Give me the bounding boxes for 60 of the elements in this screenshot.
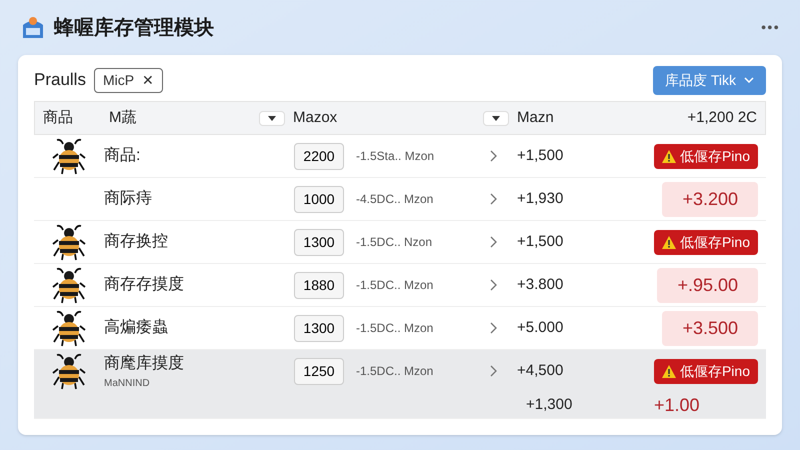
sort-button[interactable] bbox=[483, 110, 509, 126]
stock-value: +4,500 bbox=[517, 360, 564, 381]
filter-chip[interactable]: MicP ✕ bbox=[94, 68, 164, 92]
quantity-field[interactable]: 1300 bbox=[294, 314, 344, 342]
description-text: -1.5DC.. Mzon bbox=[356, 320, 434, 337]
column-header: Mazox bbox=[293, 108, 338, 128]
chevron-right-icon[interactable] bbox=[490, 193, 497, 205]
description-text: -1.5DC.. Mzon bbox=[356, 277, 434, 294]
column-header: M蔬 bbox=[109, 108, 136, 128]
warning-icon bbox=[662, 364, 676, 378]
chip-close[interactable]: ✕ bbox=[142, 70, 154, 90]
column-header: +1,200 2C bbox=[687, 108, 757, 128]
chevron-right-icon[interactable] bbox=[490, 365, 497, 377]
chevron-right-icon[interactable] bbox=[490, 150, 497, 162]
more-menu-button[interactable]: ••• bbox=[761, 17, 780, 38]
description-text: -1.5DC.. Mzon bbox=[356, 363, 434, 380]
quantity-field[interactable]: 1250 bbox=[294, 358, 344, 384]
chevron-right-icon[interactable] bbox=[490, 279, 497, 291]
amount-text: +1.00 bbox=[654, 394, 700, 416]
product-name: 高煸痿蟲 bbox=[104, 318, 169, 338]
inventory-box-icon bbox=[20, 14, 46, 40]
amount-pill: +.95.00 bbox=[657, 268, 758, 302]
stock-value: +1,500 bbox=[517, 146, 564, 166]
caret-icon bbox=[268, 116, 276, 120]
stock-value: +3.800 bbox=[517, 274, 564, 295]
badge-label: 低偃存Pino bbox=[680, 146, 750, 166]
column-header: 商品 bbox=[43, 108, 73, 128]
caret-icon bbox=[492, 116, 500, 120]
warning-icon bbox=[662, 236, 676, 248]
chevron-down-icon bbox=[744, 77, 754, 83]
amount-pill: +3.200 bbox=[662, 182, 758, 216]
chevron-right-icon[interactable] bbox=[490, 236, 497, 248]
product-code: MaNNIND bbox=[104, 376, 151, 390]
panel-label: Praulls bbox=[34, 69, 86, 92]
column-header: Mazn bbox=[517, 108, 554, 128]
description-text: -1.5Sta.. Mzon bbox=[356, 148, 436, 165]
chevron-right-icon[interactable] bbox=[490, 322, 497, 334]
product-name: 商麾库摸度 bbox=[104, 354, 185, 374]
page-title: 蜂喔库存管理模块 bbox=[54, 16, 214, 40]
stock-value: +1,500 bbox=[517, 232, 564, 252]
quantity-field[interactable]: 1880 bbox=[294, 272, 344, 298]
product-name: 商品: bbox=[104, 146, 142, 166]
product-name: 商际痔 bbox=[104, 188, 153, 209]
stock-value: +1,930 bbox=[517, 188, 564, 209]
badge-label: 低偃存Pino bbox=[680, 232, 750, 252]
badge-label: 低偃存Pino bbox=[680, 362, 750, 380]
stock-value: +5.000 bbox=[517, 318, 564, 338]
quantity-field[interactable]: 1000 bbox=[294, 186, 344, 212]
chip-label: MicP bbox=[102, 70, 134, 90]
sort-button[interactable] bbox=[259, 110, 285, 126]
product-name: 商存存摸度 bbox=[104, 274, 185, 295]
table-row[interactable]: 商麾库摸度 MaNNIND 1250 -1.5DC.. Mzon +4,500 低偃存Pino +1,300 +1.00 bbox=[34, 350, 766, 419]
amount-pill: +3.500 bbox=[662, 310, 758, 346]
description-text: -4.5DC.. Mzon bbox=[356, 191, 434, 208]
quantity-field[interactable]: 1300 bbox=[294, 228, 344, 256]
stock-value: +1,300 bbox=[526, 394, 574, 415]
product-name: 商存换控 bbox=[104, 232, 169, 252]
description-text: -1.5DC.. Nzon bbox=[356, 234, 434, 251]
warning-icon bbox=[662, 150, 676, 162]
quantity-field[interactable]: 2200 bbox=[294, 142, 344, 170]
